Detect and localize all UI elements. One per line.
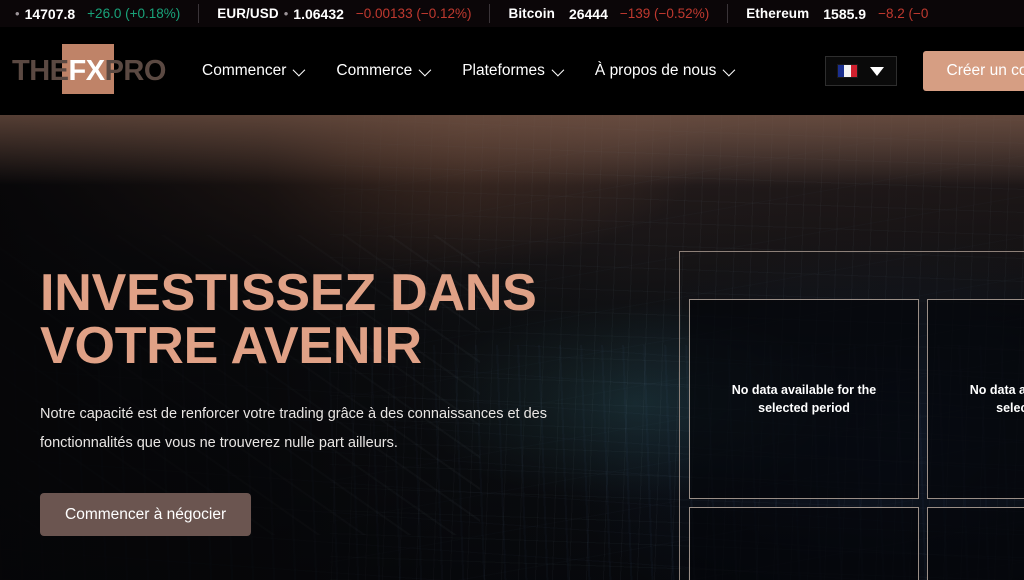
page-root: • 14707.8 +26.0 (+0.18%) EUR/USD • 1.064… (0, 0, 1024, 580)
ticker-price: 1585.9 (823, 5, 867, 22)
ticker-price: 1.06432 (293, 5, 344, 22)
ticker-price: 26444 (568, 5, 608, 22)
data-panel[interactable]: No data available for the selected perio… (927, 299, 1024, 499)
language-selector[interactable] (824, 56, 897, 86)
ticker-divider (198, 4, 200, 23)
logo-accent: FX (68, 54, 106, 87)
navbar-right-group: Créer un compte (824, 51, 1024, 91)
ticker-symbol: Bitcoin (508, 6, 555, 21)
ticker-item[interactable]: • 14707.8 +26.0 (+0.18%) (0, 0, 180, 27)
widget-grid: No data available for the selected perio… (689, 299, 1024, 580)
main-navigation-bar: THEFXPRO Commencer Commerce Plateformes … (0, 27, 1024, 115)
ticker-symbol: Ethereum (746, 6, 810, 21)
start-trading-button[interactable]: Commencer à négocier (40, 493, 252, 537)
nav-item-plateformes[interactable]: Plateformes (462, 51, 565, 91)
chevron-down-icon (292, 63, 306, 76)
ticker-divider (727, 4, 729, 23)
hero-section: INVESTISSEZ DANS VOTRE AVENIR Notre capa… (0, 115, 1024, 580)
ticker-item[interactable]: Bitcoin 26444 −139 (−0.52%) (508, 0, 709, 27)
ticker-change: −0.00133 (−0.12%) (355, 6, 472, 21)
nav-item-label: Commerce (336, 62, 413, 79)
market-ticker-bar: • 14707.8 +26.0 (+0.18%) EUR/USD • 1.064… (0, 0, 1024, 27)
site-logo[interactable]: THEFXPRO (12, 44, 166, 94)
data-panel[interactable]: No data available for the selected perio… (689, 299, 919, 499)
widget-frame: No data available for the selected perio… (679, 251, 1024, 580)
france-flag-icon (837, 64, 859, 78)
hero-subtitle: Notre capacité est de renforcer votre tr… (40, 406, 547, 452)
nav-item-a-propos[interactable]: À propos de nous (594, 51, 736, 91)
logo-suffix: PRO (104, 54, 167, 87)
nav-item-label: Commencer (202, 62, 287, 79)
logo-text: THEFXPRO (12, 55, 166, 88)
chevron-down-icon (418, 63, 432, 76)
nav-item-label: À propos de nous (594, 62, 717, 79)
nav-item-label: Plateformes (462, 62, 545, 79)
nav-links: Commencer Commerce Plateformes À propos … (202, 51, 736, 91)
ticker-divider (489, 4, 491, 23)
ticker-change: −8.2 (−0 (878, 6, 929, 21)
hero-copy: INVESTISSEZ DANS VOTRE AVENIR Notre capa… (40, 264, 640, 537)
data-panel[interactable]: No data available for the selected perio… (927, 507, 1024, 580)
page-title: INVESTISSEZ DANS VOTRE AVENIR (40, 264, 537, 376)
nav-item-commerce[interactable]: Commerce (336, 51, 432, 91)
ticker-price: 14707.8 (24, 5, 76, 22)
data-panel[interactable]: No data available for the selected perio… (689, 507, 919, 580)
ticker-change: +26.0 (+0.18%) (87, 6, 181, 21)
ticker-symbol: EUR/USD (217, 6, 279, 21)
empty-state-message: No data available for the selected perio… (731, 382, 877, 415)
nav-item-commencer[interactable]: Commencer (202, 51, 306, 91)
logo-prefix: THE (12, 54, 69, 87)
create-account-button[interactable]: Créer un compte (922, 51, 1024, 91)
empty-state-message: No data available for the selected perio… (969, 382, 1024, 415)
ticker-item[interactable]: Ethereum 1585.9 −8.2 (−0 (746, 0, 928, 27)
chevron-down-icon (551, 63, 565, 76)
chevron-down-icon (870, 66, 885, 76)
ticker-change: −139 (−0.52%) (619, 6, 710, 21)
ticker-bullet-icon: • (15, 6, 20, 21)
chevron-down-icon (722, 63, 736, 76)
ticker-bullet-icon: • (283, 6, 289, 21)
ticker-item[interactable]: EUR/USD • 1.06432 −0.00133 (−0.12%) (217, 0, 471, 27)
